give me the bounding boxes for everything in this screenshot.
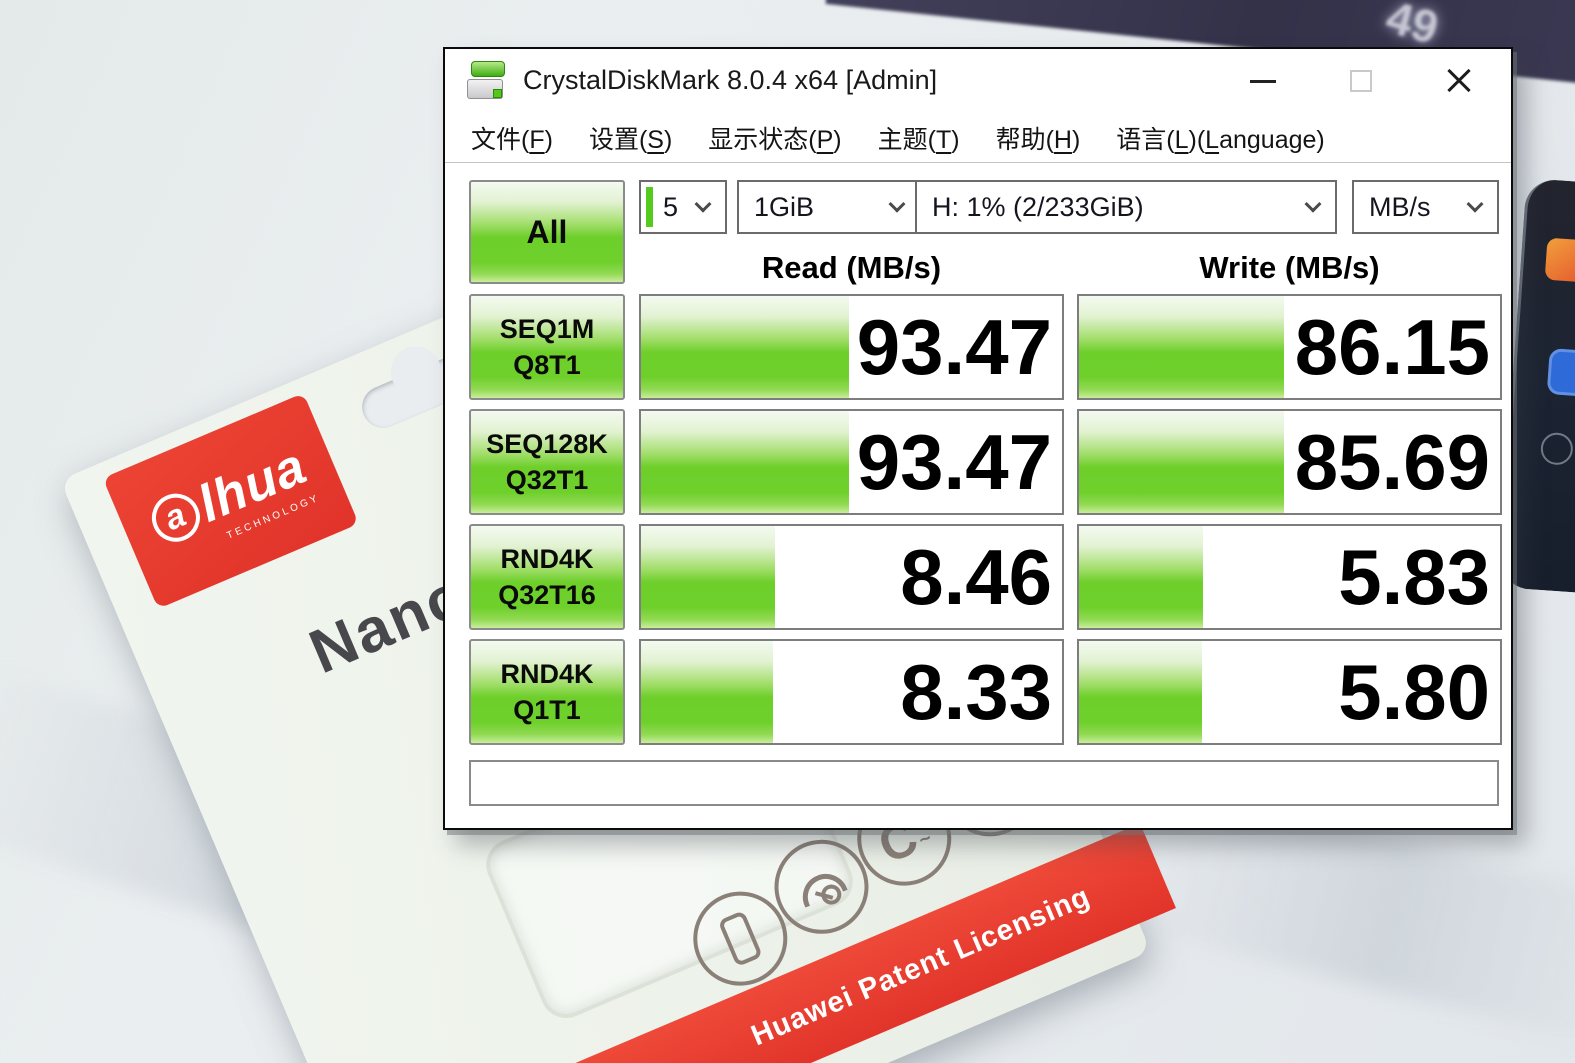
result-bar — [641, 641, 774, 743]
disk-icon-top — [471, 61, 505, 77]
write-value: 5.83 — [1338, 532, 1490, 621]
test-queue-thread: Q32T16 — [498, 580, 596, 610]
test-name: RND4K — [500, 658, 594, 689]
minimize-icon — [1250, 79, 1276, 83]
target-drive-value: H: 1% (2/233GiB) — [932, 191, 1144, 222]
menu-label-part: ) — [951, 125, 960, 154]
menu-bar: 文件(F) 设置(S) 显示状态(P) 主题(T) 帮助(H) 语言(L)(La… — [445, 113, 1511, 163]
title-bar[interactable]: CrystalDiskMark 8.0.4 x64 [Admin] — [445, 49, 1511, 113]
menu-mnemonic: L — [1174, 125, 1189, 154]
read-result-cell: 8.46 — [639, 524, 1064, 630]
test-button-seq1m-q8t1[interactable]: SEQ1M Q8T1 — [469, 294, 625, 400]
read-column-header: Read (MB/s) — [761, 250, 942, 285]
test-queue-thread: Q8T1 — [513, 350, 581, 380]
disk-icon-led — [493, 89, 502, 98]
blue-globe-app-icon — [1546, 348, 1575, 398]
write-value: 86.15 — [1294, 302, 1490, 391]
test-name: RND4K — [500, 543, 594, 574]
window-title: CrystalDiskMark 8.0.4 x64 [Admin] — [523, 65, 938, 95]
menu-item-help[interactable]: 帮助(H) — [996, 120, 1081, 156]
run-count-select[interactable]: 5 — [639, 180, 727, 234]
run-all-button[interactable]: All — [469, 180, 625, 284]
write-column-header: Write (MB/s) — [1199, 250, 1380, 285]
read-value: 93.47 — [856, 417, 1052, 506]
read-result-cell: 8.33 — [639, 639, 1064, 745]
test-size-value: 1GiB — [754, 191, 815, 222]
menu-label-part: 帮助( — [995, 125, 1054, 154]
menu-label-part: ) — [833, 125, 842, 154]
menu-label-part: ) — [1071, 125, 1081, 154]
result-bar — [1079, 641, 1202, 743]
unit-value: MB/s — [1369, 191, 1431, 222]
close-icon — [1445, 67, 1473, 95]
result-bar — [1079, 411, 1284, 513]
minimize-button[interactable] — [1230, 57, 1296, 105]
write-value: 85.69 — [1294, 417, 1490, 506]
test-size-select[interactable]: 1GiB — [737, 180, 921, 234]
menu-label-part: 显示状态( — [708, 125, 817, 154]
crystaldiskmark-app-icon — [467, 61, 507, 101]
read-result-cell: 93.47 — [639, 294, 1064, 400]
result-bar — [641, 526, 775, 628]
target-drive-select[interactable]: H: 1% (2/233GiB) — [915, 180, 1337, 234]
read-value: 8.33 — [900, 647, 1052, 736]
read-result-cell: 93.47 — [639, 409, 1064, 515]
chevron-down-icon — [1466, 195, 1484, 213]
menu-item-settings[interactable]: 设置(S) — [589, 120, 672, 156]
write-result-cell: 5.80 — [1077, 639, 1502, 745]
smartphone-icon — [717, 910, 763, 968]
result-bar — [641, 411, 850, 513]
menu-mnemonic: H — [1053, 125, 1072, 154]
chevron-down-icon — [694, 195, 712, 213]
menu-item-theme[interactable]: 主题(T) — [878, 120, 960, 156]
read-value: 93.47 — [856, 302, 1052, 391]
menu-mnemonic: F — [529, 125, 545, 154]
result-bar — [641, 296, 850, 398]
result-bar — [1079, 296, 1285, 398]
test-name: SEQ1M — [499, 313, 595, 344]
chevron-down-icon — [1304, 195, 1322, 213]
menu-label-part: 设置( — [588, 125, 648, 154]
write-value: 5.80 — [1338, 647, 1490, 736]
menu-mnemonic: S — [647, 125, 664, 154]
dahua-logo: a lhua TECHNOLOGY — [102, 392, 359, 609]
close-button[interactable] — [1426, 57, 1492, 105]
result-bar — [1079, 526, 1203, 628]
circle-app-icon — [1539, 431, 1574, 466]
menu-label-part: )( — [1188, 125, 1206, 154]
write-result-cell: 86.15 — [1077, 294, 1502, 400]
chevron-down-icon — [888, 195, 906, 213]
comment-bar[interactable] — [469, 760, 1499, 806]
menu-label-part: 主题( — [877, 125, 936, 154]
run-count-value: 5 — [663, 191, 679, 222]
write-result-cell: 85.69 — [1077, 409, 1502, 515]
menu-mnemonic: T — [935, 125, 952, 154]
test-button-rnd4k-q32t16[interactable]: RND4K Q32T16 — [469, 524, 625, 630]
test-name: SEQ128K — [486, 428, 608, 459]
menu-label-part: ) — [663, 125, 673, 154]
gauge-arc — [795, 866, 848, 908]
menu-mnemonic: L — [1205, 125, 1220, 154]
write-result-cell: 5.83 — [1077, 524, 1502, 630]
menu-item-language[interactable]: 语言(L)(Language) — [1116, 120, 1324, 156]
test-queue-thread: Q1T1 — [513, 695, 581, 725]
unit-select[interactable]: MB/s — [1352, 180, 1499, 234]
maximize-button[interactable] — [1328, 57, 1394, 105]
menu-mnemonic: P — [816, 125, 834, 154]
test-button-seq128k-q32t1[interactable]: SEQ128K Q32T1 — [469, 409, 625, 515]
menu-label-part: 文件( — [471, 125, 530, 154]
test-button-rnd4k-q1t1[interactable]: RND4K Q1T1 — [469, 639, 625, 745]
read-value: 8.46 — [900, 532, 1052, 621]
orange-app-icon — [1544, 237, 1575, 283]
crystaldiskmark-window: CrystalDiskMark 8.0.4 x64 [Admin] 文件(F) … — [443, 47, 1513, 830]
menu-label-part: 语言( — [1116, 125, 1175, 154]
maximize-icon — [1350, 70, 1372, 92]
menu-label-part: anguage) — [1219, 125, 1325, 154]
menu-item-profile[interactable]: 显示状态(P) — [708, 120, 841, 156]
menu-item-file[interactable]: 文件(F) — [471, 120, 553, 156]
menu-label-part: ) — [544, 125, 553, 154]
test-queue-thread: Q32T1 — [505, 465, 589, 495]
